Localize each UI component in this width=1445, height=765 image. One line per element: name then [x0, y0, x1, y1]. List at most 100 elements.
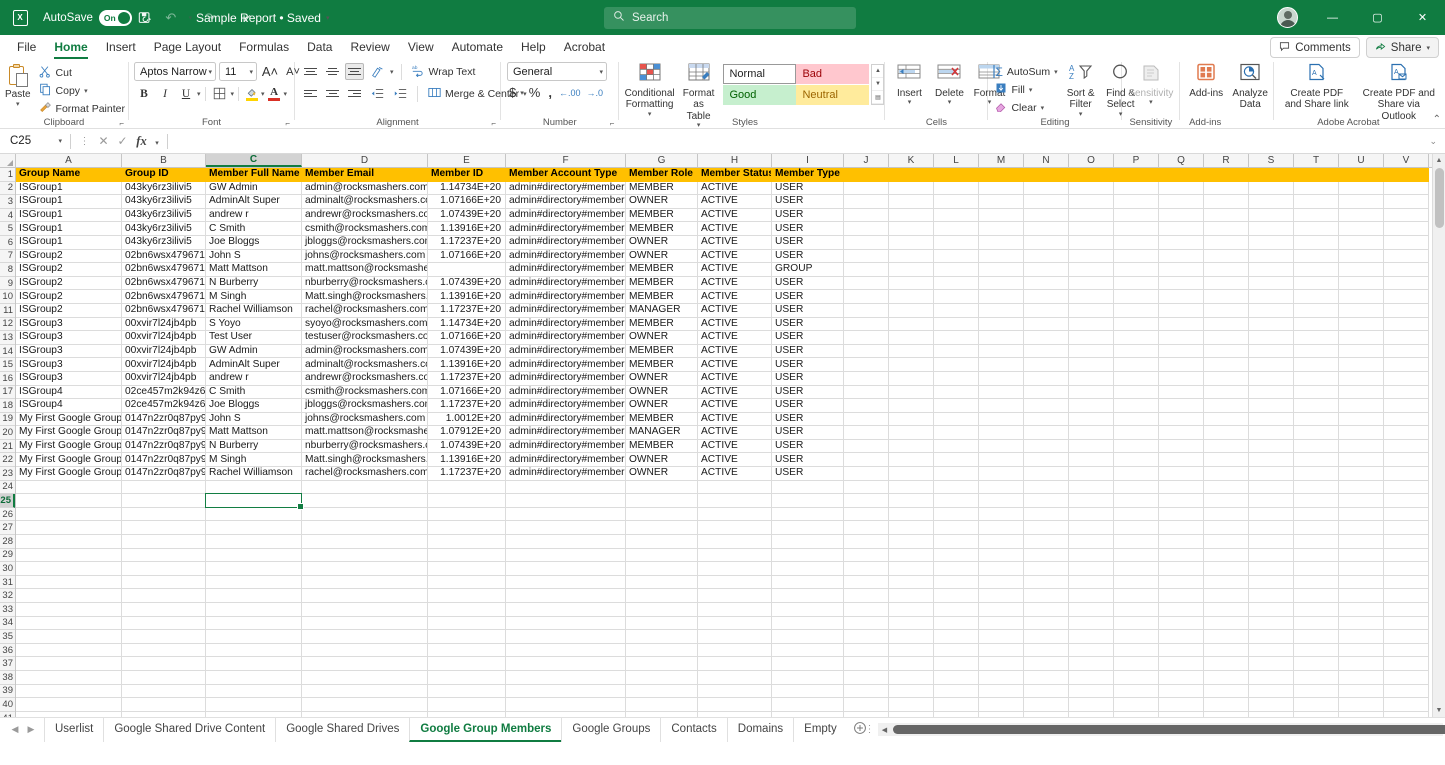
cell-i[interactable] [772, 576, 844, 590]
cell-e[interactable]: 1.14734E+20 [428, 318, 506, 332]
cell-t[interactable] [1294, 413, 1339, 427]
cell-b[interactable] [122, 698, 206, 712]
cell-q[interactable] [1159, 358, 1204, 372]
row-header-39[interactable]: 39 [0, 685, 15, 699]
cell-g[interactable] [626, 576, 698, 590]
cell-k[interactable] [889, 671, 934, 685]
cell-f[interactable]: admin#directory#member [506, 386, 626, 400]
cell-r[interactable] [1204, 304, 1249, 318]
cell-n[interactable] [1024, 508, 1069, 522]
cell-e[interactable] [428, 617, 506, 631]
cell-c[interactable]: C Smith [206, 222, 302, 236]
cell-f[interactable]: admin#directory#member [506, 222, 626, 236]
cell-k[interactable] [889, 521, 934, 535]
cell-b[interactable]: 0147n2zr0q87py9 [122, 467, 206, 481]
cell-e[interactable]: 1.07439E+20 [428, 345, 506, 359]
row-header-7[interactable]: 7 [0, 250, 15, 264]
cell-n[interactable] [1024, 413, 1069, 427]
cell-g[interactable]: OWNER [626, 467, 698, 481]
column-header-h[interactable]: H [698, 154, 772, 167]
row-header-24[interactable]: 24 [0, 481, 15, 495]
close-button[interactable]: ✕ [1400, 0, 1445, 35]
cell-i[interactable]: USER [772, 372, 844, 386]
cell-k[interactable] [889, 358, 934, 372]
cell-u[interactable] [1339, 399, 1384, 413]
cell-v[interactable] [1384, 698, 1429, 712]
cell-u[interactable] [1339, 440, 1384, 454]
cell-r[interactable] [1204, 549, 1249, 563]
cell-v[interactable] [1384, 222, 1429, 236]
cell-e[interactable] [428, 549, 506, 563]
cell-n[interactable] [1024, 671, 1069, 685]
cell-c[interactable] [206, 549, 302, 563]
cell-c[interactable]: Member Full Name [206, 168, 302, 182]
cell-k[interactable] [889, 426, 934, 440]
cell-q[interactable] [1159, 508, 1204, 522]
cell-j[interactable] [844, 209, 889, 223]
cell-f[interactable]: admin#directory#member [506, 250, 626, 264]
cell-f[interactable] [506, 671, 626, 685]
cell-r[interactable] [1204, 698, 1249, 712]
cell-q[interactable] [1159, 263, 1204, 277]
style-normal[interactable]: Normal [723, 64, 796, 84]
cell-p[interactable] [1114, 657, 1159, 671]
cell-m[interactable] [979, 603, 1024, 617]
cell-l[interactable] [934, 508, 979, 522]
cell-b[interactable]: 00xvir7l24jb4pb [122, 345, 206, 359]
cell-p[interactable] [1114, 413, 1159, 427]
cell-h[interactable]: Member Status [698, 168, 772, 182]
cell-m[interactable] [979, 589, 1024, 603]
insert-function-icon[interactable]: fx [132, 134, 151, 149]
cell-g[interactable] [626, 508, 698, 522]
cell-j[interactable] [844, 413, 889, 427]
cell-q[interactable] [1159, 195, 1204, 209]
cell-i[interactable]: USER [772, 345, 844, 359]
name-box-chevron-down-icon[interactable]: ▾ [58, 137, 62, 145]
cell-i[interactable]: USER [772, 290, 844, 304]
cell-p[interactable] [1114, 263, 1159, 277]
cell-i[interactable] [772, 521, 844, 535]
cell-f[interactable]: admin#directory#member [506, 372, 626, 386]
cell-e[interactable] [428, 657, 506, 671]
cell-o[interactable] [1069, 277, 1114, 291]
cell-v[interactable] [1384, 318, 1429, 332]
cell-v[interactable] [1384, 304, 1429, 318]
cell-m[interactable] [979, 494, 1024, 508]
cell-b[interactable] [122, 562, 206, 576]
cell-k[interactable] [889, 562, 934, 576]
styles-scroll-up-icon[interactable]: ▲ [872, 65, 883, 78]
cell-p[interactable] [1114, 685, 1159, 699]
cell-c[interactable]: Rachel Williamson [206, 304, 302, 318]
cell-a[interactable] [16, 521, 122, 535]
cell-s[interactable] [1249, 453, 1294, 467]
cell-b[interactable] [122, 671, 206, 685]
cell-g[interactable]: MEMBER [626, 358, 698, 372]
cell-f[interactable]: admin#directory#member [506, 358, 626, 372]
cell-n[interactable] [1024, 263, 1069, 277]
cell-j[interactable] [844, 195, 889, 209]
cell-f[interactable] [506, 562, 626, 576]
insert-chevron-down-icon[interactable]: ▾ [908, 99, 912, 107]
cell-a[interactable] [16, 630, 122, 644]
cell-g[interactable]: OWNER [626, 250, 698, 264]
cell-c[interactable]: S Yoyo [206, 318, 302, 332]
cell-j[interactable] [844, 182, 889, 196]
cell-f[interactable]: admin#directory#member [506, 318, 626, 332]
cell-v[interactable] [1384, 195, 1429, 209]
cell-m[interactable] [979, 644, 1024, 658]
cell-p[interactable] [1114, 304, 1159, 318]
row-header-25[interactable]: 25 [0, 494, 15, 508]
cell-a[interactable]: ISGroup1 [16, 182, 122, 196]
cell-r[interactable] [1204, 290, 1249, 304]
cell-o[interactable] [1069, 685, 1114, 699]
tab-review[interactable]: Review [341, 35, 398, 59]
vertical-scrollbar[interactable]: ▲ ▼ [1432, 154, 1445, 717]
horizontal-scrollbar[interactable]: ◀ ▶ [878, 723, 1443, 736]
cell-j[interactable] [844, 290, 889, 304]
cell-u[interactable] [1339, 277, 1384, 291]
cell-q[interactable] [1159, 467, 1204, 481]
cell-p[interactable] [1114, 426, 1159, 440]
cell-a[interactable] [16, 535, 122, 549]
addins-button[interactable]: Add-ins [1184, 62, 1228, 100]
cell-a[interactable]: ISGroup2 [16, 277, 122, 291]
